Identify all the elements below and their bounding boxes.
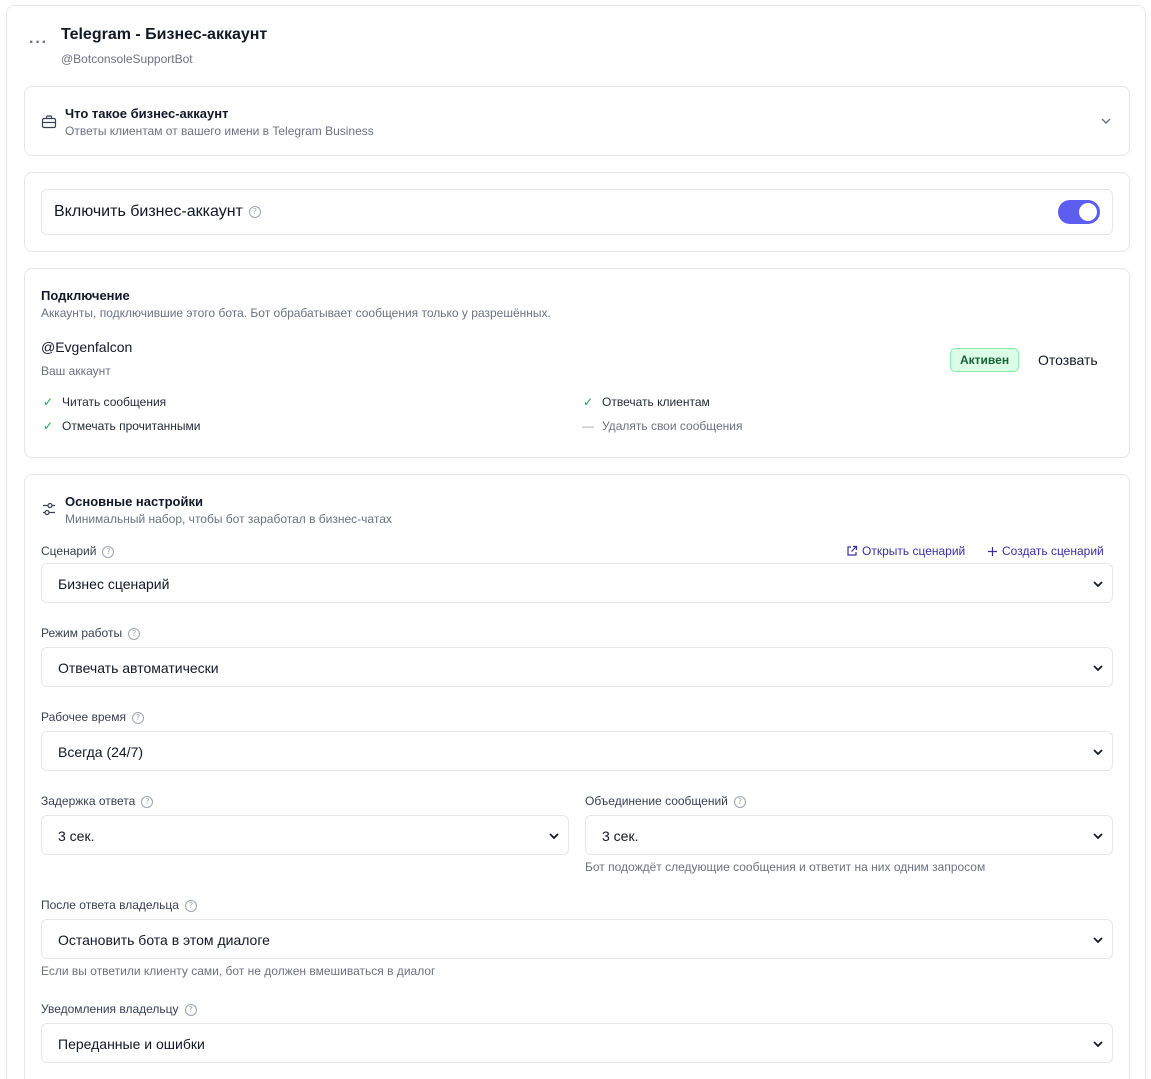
scenario-value: Бизнес сценарий (58, 576, 170, 592)
after-owner-value: Остановить бота в этом диалоге (58, 932, 270, 948)
open-scenario-label: Открыть сценарий (862, 544, 966, 558)
chevron-down-icon (1093, 665, 1103, 672)
connection-title: Подключение (41, 288, 130, 303)
scenario-label: Сценарий (41, 544, 97, 558)
help-icon[interactable]: ? (184, 899, 197, 912)
permission-label: Читать сообщения (62, 395, 167, 409)
permission-label: Удалять свои сообщения (602, 419, 743, 433)
open-scenario-link[interactable]: Открыть сценарий (846, 544, 965, 558)
revoke-button[interactable]: Отозвать (1038, 352, 1098, 368)
chevron-down-icon (1093, 581, 1103, 588)
merge-label: Объединение сообщений (585, 794, 728, 808)
work-time-select[interactable]: Всегда (24/7) (41, 731, 1113, 771)
settings-description: Минимальный набор, чтобы бот заработал в… (65, 512, 392, 526)
permission-item: ✓ Отмечать прочитанными (41, 419, 201, 433)
plus-icon (988, 547, 997, 556)
chevron-down-icon (1093, 749, 1103, 756)
settings-title: Основные настройки (65, 494, 203, 509)
help-icon[interactable]: ? (102, 545, 115, 558)
bot-settings-panel: ··· Telegram - Бизнес-аккаунт @Botconsol… (6, 5, 1146, 1079)
help-icon[interactable]: ? (733, 795, 746, 808)
merge-hint: Бот подождёт следующие сообщения и ответ… (585, 860, 986, 874)
permission-item: ✓ Отвечать клиентам (581, 395, 710, 409)
work-time-value: Всегда (24/7) (58, 744, 144, 760)
connected-account-note: Ваш аккаунт (41, 364, 111, 378)
enable-business-label: Включить бизнес-аккаунт (54, 203, 243, 220)
connection-card: Подключение Аккаунты, подключившие этого… (24, 268, 1130, 458)
connection-description: Аккаунты, подключившие этого бота. Бот о… (41, 306, 551, 320)
permission-label: Отвечать клиентам (602, 395, 710, 409)
notifications-select[interactable]: Переданные и ошибки (41, 1023, 1113, 1063)
notifications-value: Переданные и ошибки (58, 1036, 205, 1052)
help-icon[interactable]: ? (141, 795, 154, 808)
page-title: Telegram - Бизнес-аккаунт (61, 26, 268, 43)
create-scenario-label: Создать сценарий (1002, 544, 1104, 558)
check-icon: ✓ (582, 395, 594, 409)
toggle-knob (1079, 203, 1097, 221)
chevron-down-icon (1093, 833, 1103, 840)
connected-account-name: @Evgenfalcon (41, 339, 133, 355)
permission-item: ✓ Читать сообщения (41, 395, 166, 409)
basic-settings-card: Основные настройки Минимальный набор, чт… (24, 474, 1130, 1079)
notifications-label: Уведомления владельцу (41, 1002, 179, 1016)
after-owner-select[interactable]: Остановить бота в этом диалоге (41, 919, 1113, 959)
scenario-select[interactable]: Бизнес сценарий (41, 563, 1113, 603)
permission-item: — Удалять свои сообщения (581, 419, 743, 433)
chevron-down-icon (1093, 1041, 1103, 1048)
mode-label: Режим работы (41, 626, 123, 640)
help-icon[interactable]: ? (128, 627, 141, 640)
delay-label: Задержка ответа (41, 794, 136, 808)
external-link-icon (847, 545, 858, 556)
status-badge: Активен (950, 348, 1020, 372)
mode-select[interactable]: Отвечать автоматически (41, 647, 1113, 687)
page-header: ··· Telegram - Бизнес-аккаунт @Botconsol… (25, 24, 1127, 84)
business-account-info-card[interactable]: Что такое бизнес-аккаунт Ответы клиентам… (24, 86, 1130, 156)
enable-business-row: Включить бизнес-аккаунт? (41, 189, 1113, 235)
work-time-label: Рабочее время (41, 710, 126, 724)
permission-label: Отмечать прочитанными (62, 419, 201, 433)
dash-icon: — (582, 419, 594, 433)
more-horizontal-icon[interactable]: ··· (29, 34, 48, 52)
check-icon: ✓ (42, 419, 54, 433)
mode-value: Отвечать автоматически (58, 660, 219, 676)
merge-select[interactable]: 3 сек. (585, 815, 1113, 855)
enable-business-toggle[interactable] (1058, 200, 1100, 224)
after-owner-label: После ответа владельца (41, 898, 179, 912)
create-scenario-link[interactable]: Создать сценарий (987, 544, 1104, 558)
briefcase-icon (41, 115, 57, 129)
chevron-down-icon (549, 833, 559, 840)
chevron-down-icon[interactable] (1099, 114, 1113, 128)
help-icon[interactable]: ? (131, 711, 144, 724)
delay-select[interactable]: 3 сек. (41, 815, 569, 855)
delay-value: 3 сек. (58, 828, 95, 844)
info-card-title: Что такое бизнес-аккаунт (65, 106, 229, 121)
check-icon: ✓ (42, 395, 54, 409)
merge-value: 3 сек. (602, 828, 639, 844)
sliders-icon (43, 502, 55, 516)
enable-business-card: Включить бизнес-аккаунт? (24, 172, 1130, 252)
chevron-down-icon (1093, 937, 1103, 944)
help-icon[interactable]: ? (184, 1003, 197, 1016)
info-card-description: Ответы клиентам от вашего имени в Telegr… (65, 124, 374, 138)
after-owner-hint: Если вы ответили клиенту сами, бот не до… (41, 964, 436, 978)
bot-username: @BotconsoleSupportBot (61, 52, 193, 66)
help-icon[interactable]: ? (248, 205, 261, 218)
